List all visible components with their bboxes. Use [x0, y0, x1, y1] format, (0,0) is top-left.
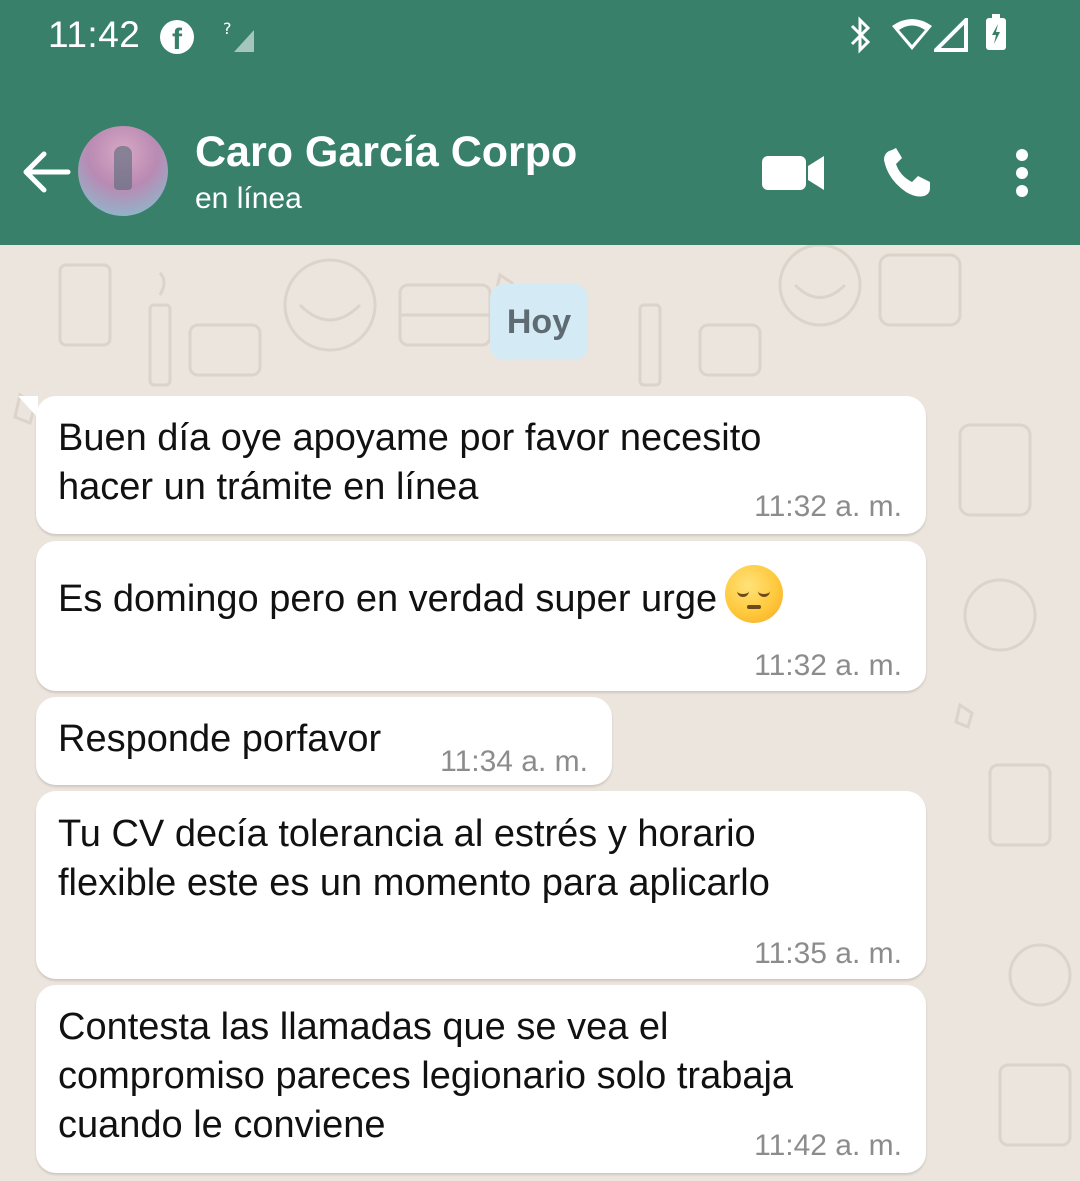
message-text-line: hacer un trámite en línea [58, 466, 479, 508]
message-text-line: cuando le conviene [58, 1104, 386, 1146]
contact-status: en línea [195, 182, 302, 215]
video-call-icon[interactable] [762, 152, 826, 194]
message-bubble[interactable]: Buen día oye apoyame por favor necesito … [36, 396, 926, 534]
cell-signal-icon [934, 18, 968, 52]
message-text-line: Buen día oye apoyame por favor necesito [58, 417, 762, 459]
contact-name[interactable]: Caro García Corpo [195, 128, 577, 177]
bubble-tail [18, 396, 38, 418]
app-header: 11:42 f ? Caro García Corpo en línea [0, 0, 1080, 245]
message-text: Es domingo pero en verdad super urge [58, 578, 718, 620]
back-arrow-icon[interactable] [20, 148, 72, 196]
status-bar: 11:42 f ? [0, 0, 1080, 75]
message-bubble[interactable]: Tu CV decía tolerancia al estrés y horar… [36, 791, 926, 979]
message-timestamp: 11:32 a. m. [754, 490, 902, 523]
message-bubble[interactable]: Responde porfavor 11:34 a. m. [36, 697, 612, 785]
wifi-icon [892, 19, 932, 50]
status-time: 11:42 [48, 14, 141, 55]
bluetooth-icon [850, 16, 871, 54]
facebook-icon: f [160, 20, 194, 54]
message-timestamp: 11:42 a. m. [754, 1129, 902, 1162]
message-timestamp: 11:34 a. m. [440, 745, 588, 778]
message-text-line: Responde porfavor [58, 718, 382, 760]
message-bubble[interactable]: Contesta las llamadas que se vea el comp… [36, 985, 926, 1173]
battery-charging-icon [986, 14, 1006, 50]
message-text-line: Es domingo pero en verdad super urge [58, 565, 784, 624]
message-timestamp: 11:32 a. m. [754, 649, 902, 682]
svg-text:?: ? [223, 19, 232, 38]
message-bubble[interactable]: Es domingo pero en verdad super urge 11:… [36, 541, 926, 691]
contact-avatar[interactable] [78, 126, 168, 216]
message-timestamp: 11:35 a. m. [754, 937, 902, 970]
message-text-line: Contesta las llamadas que se vea el [58, 1006, 669, 1048]
pensive-face-emoji-icon [725, 565, 784, 623]
signal-unknown-icon: ? [223, 19, 254, 52]
phone-call-icon[interactable] [880, 146, 934, 200]
date-separator: Hoy [490, 284, 588, 360]
more-options-icon[interactable] [1004, 148, 1040, 198]
message-text-line: compromiso pareces legionario solo traba… [58, 1055, 794, 1097]
message-text-line: flexible este es un momento para aplicar… [58, 862, 770, 904]
message-text-line: Tu CV decía tolerancia al estrés y horar… [58, 813, 756, 855]
